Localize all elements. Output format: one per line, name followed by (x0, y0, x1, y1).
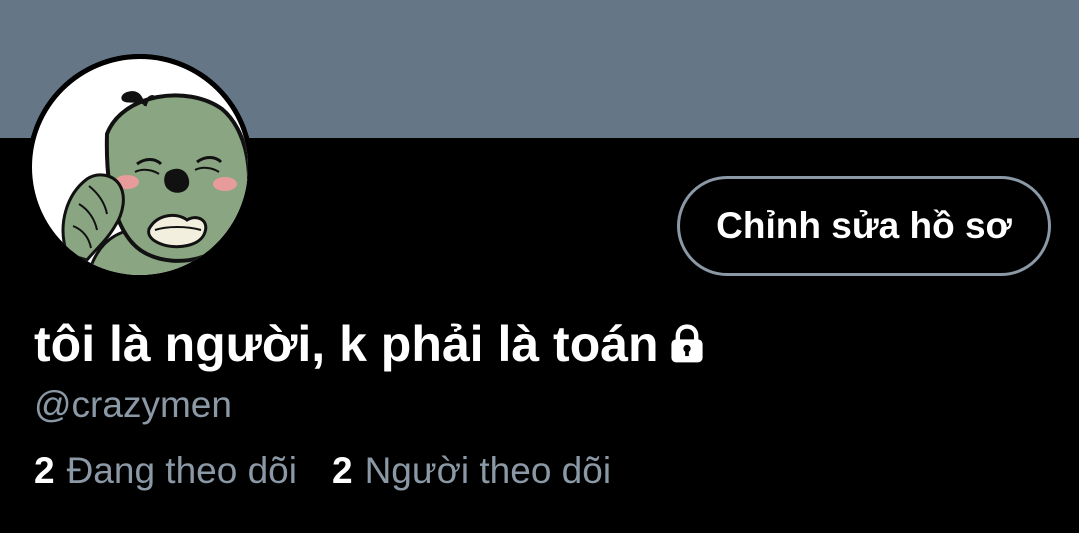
profile-stats: 2 Đang theo dõi 2 Người theo dõi (34, 448, 611, 494)
display-name-row: tôi là người, k phải là toán (34, 312, 709, 376)
followers-link[interactable]: 2 Người theo dõi (332, 448, 611, 494)
profile-page: Chỉnh sửa hồ sơ tôi là người, k phải là … (0, 0, 1079, 533)
following-link[interactable]: 2 Đang theo dõi (34, 448, 297, 494)
avatar-image (27, 54, 253, 280)
display-name: tôi là người, k phải là toán (34, 316, 659, 372)
following-label: Đang theo dõi (66, 450, 297, 491)
following-count: 2 (34, 450, 55, 491)
user-handle: @crazymen (34, 384, 232, 425)
profile-avatar[interactable] (27, 54, 253, 280)
lock-icon (671, 324, 703, 363)
edit-profile-button[interactable]: Chỉnh sửa hồ sơ (677, 176, 1051, 276)
followers-count: 2 (331, 450, 353, 491)
followers-label: Người theo dõi (364, 450, 612, 491)
